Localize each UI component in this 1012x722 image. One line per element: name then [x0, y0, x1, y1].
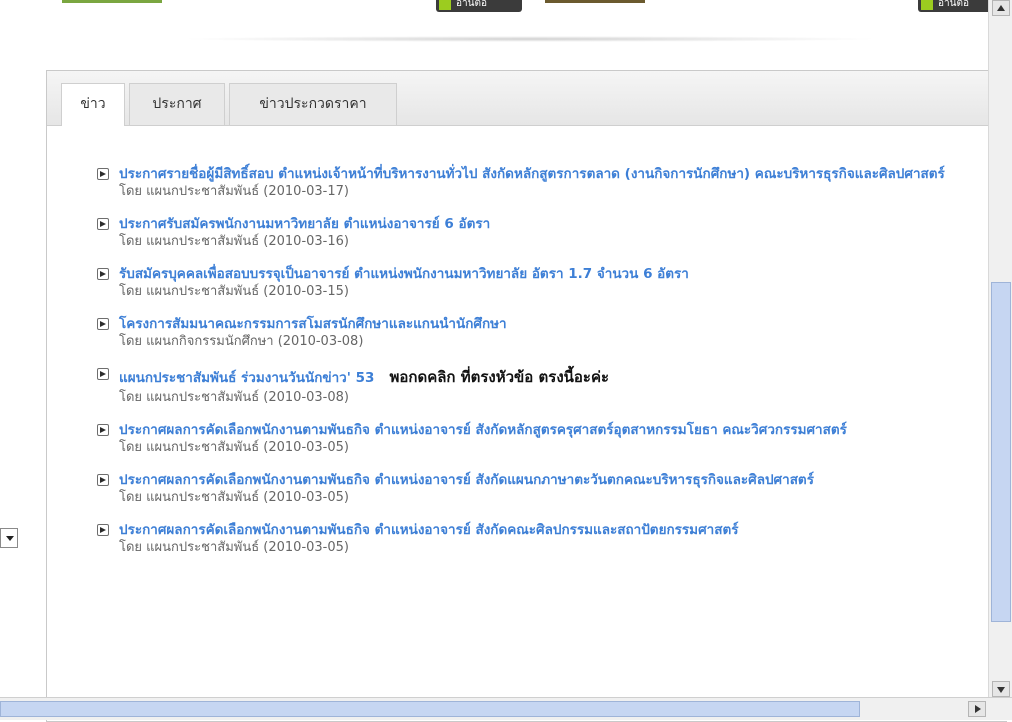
check-icon: [439, 0, 451, 10]
news-title-link[interactable]: ประกาศรายชื่อผู้มีสิทธิ์สอบ ตำแหน่งเจ้าห…: [119, 165, 975, 183]
horizontal-scroll-thumb[interactable]: [0, 701, 860, 717]
tab-bids[interactable]: ข่าวประกวดราคา: [229, 83, 397, 125]
news-meta: โดย แผนกประชาสัมพันธ์ (2010-03-17): [119, 184, 349, 199]
arrow-bullet-icon: [97, 318, 109, 330]
arrow-bullet-icon: [97, 368, 109, 380]
dropdown-toggle[interactable]: [0, 528, 18, 548]
annotation-text: พอกดคลิก ที่ตรงหัวข้อ ตรงนี้อะค่ะ: [389, 368, 610, 386]
arrow-bullet-icon: [97, 268, 109, 280]
scroll-down-arrow-icon[interactable]: [992, 681, 1010, 697]
list-item: ประกาศรับสมัครพนักงานมหาวิทยาลัย ตำแหน่ง…: [95, 215, 975, 250]
list-item: แผนกประชาสัมพันธ์ ร่วมงานวันนักข่าว' 53 …: [95, 365, 975, 406]
tab-announcements[interactable]: ประกาศ: [129, 83, 225, 125]
list-item: รับสมัครบุคคลเพื่อสอบบรรจุเป็นอาจารย์ ตำ…: [95, 265, 975, 300]
arrow-bullet-icon: [97, 168, 109, 180]
check-icon: [921, 0, 933, 10]
tab-bar: ข่าว ประกาศ ข่าวประกวดราคา: [47, 71, 1007, 126]
arrow-bullet-icon: [97, 474, 109, 486]
read-more-label: อ่านต่อ: [938, 0, 969, 9]
news-meta: โดย แผนกประชาสัมพันธ์ (2010-03-05): [119, 440, 349, 455]
scroll-up-arrow-icon[interactable]: [992, 0, 1010, 16]
news-title-link[interactable]: ประกาศผลการคัดเลือกพนักงานตามพันธกิจ ตำแ…: [119, 421, 975, 439]
news-panel: ข่าว ประกาศ ข่าวประกวดราคา ประกาศรายชื่อ…: [46, 70, 1007, 722]
news-meta: โดย แผนกประชาสัมพันธ์ (2010-03-05): [119, 540, 349, 555]
news-title-link[interactable]: ประกาศผลการคัดเลือกพนักงานตามพันธกิจ ตำแ…: [119, 521, 975, 539]
arrow-bullet-icon: [97, 218, 109, 230]
news-title-link[interactable]: โครงการสัมมนาคณะกรรมการสโมสรนักศึกษาและแ…: [119, 315, 975, 333]
list-item: ประกาศผลการคัดเลือกพนักงานตามพันธกิจ ตำแ…: [95, 471, 975, 506]
news-title-link[interactable]: รับสมัครบุคคลเพื่อสอบบรรจุเป็นอาจารย์ ตำ…: [119, 265, 975, 283]
news-title-link[interactable]: ประกาศผลการคัดเลือกพนักงานตามพันธกิจ ตำแ…: [119, 471, 975, 489]
news-meta: โดย แผนกประชาสัมพันธ์ (2010-03-05): [119, 490, 349, 505]
read-more-button-left[interactable]: อ่านต่อ: [436, 0, 522, 12]
news-meta: โดย แผนกประชาสัมพันธ์ (2010-03-08): [119, 390, 349, 405]
chevron-down-icon: [6, 536, 14, 541]
tab-news[interactable]: ข่าว: [61, 83, 125, 126]
arrow-bullet-icon: [97, 524, 109, 536]
featured-strip: อ่านต่อ อ่านต่อ: [0, 0, 996, 12]
read-more-button-right[interactable]: อ่านต่อ: [918, 0, 996, 12]
scroll-thumb[interactable]: [991, 282, 1011, 622]
news-list: ประกาศรายชื่อผู้มีสิทธิ์สอบ ตำแหน่งเจ้าห…: [95, 165, 975, 571]
read-more-label: อ่านต่อ: [456, 0, 487, 9]
list-item: ประกาศรายชื่อผู้มีสิทธิ์สอบ ตำแหน่งเจ้าห…: [95, 165, 975, 200]
news-title-link[interactable]: ประกาศรับสมัครพนักงานมหาวิทยาลัย ตำแหน่ง…: [119, 215, 975, 233]
vertical-scrollbar[interactable]: [988, 0, 1012, 697]
news-title-link[interactable]: แผนกประชาสัมพันธ์ ร่วมงานวันนักข่าว' 53: [119, 370, 374, 386]
news-meta: โดย แผนกกิจกรรมนักศึกษา (2010-03-08): [119, 334, 364, 349]
horizontal-scrollbar[interactable]: [0, 697, 1012, 720]
section-divider: [180, 36, 880, 42]
featured-thumbnail-left[interactable]: [62, 0, 162, 3]
scroll-right-arrow-icon[interactable]: [968, 701, 986, 717]
list-item: โครงการสัมมนาคณะกรรมการสโมสรนักศึกษาและแ…: [95, 315, 975, 350]
news-meta: โดย แผนกประชาสัมพันธ์ (2010-03-15): [119, 284, 349, 299]
news-meta: โดย แผนกประชาสัมพันธ์ (2010-03-16): [119, 234, 349, 249]
list-item: ประกาศผลการคัดเลือกพนักงานตามพันธกิจ ตำแ…: [95, 421, 975, 456]
featured-thumbnail-right[interactable]: [545, 0, 645, 3]
list-item: ประกาศผลการคัดเลือกพนักงานตามพันธกิจ ตำแ…: [95, 521, 975, 556]
arrow-bullet-icon: [97, 424, 109, 436]
